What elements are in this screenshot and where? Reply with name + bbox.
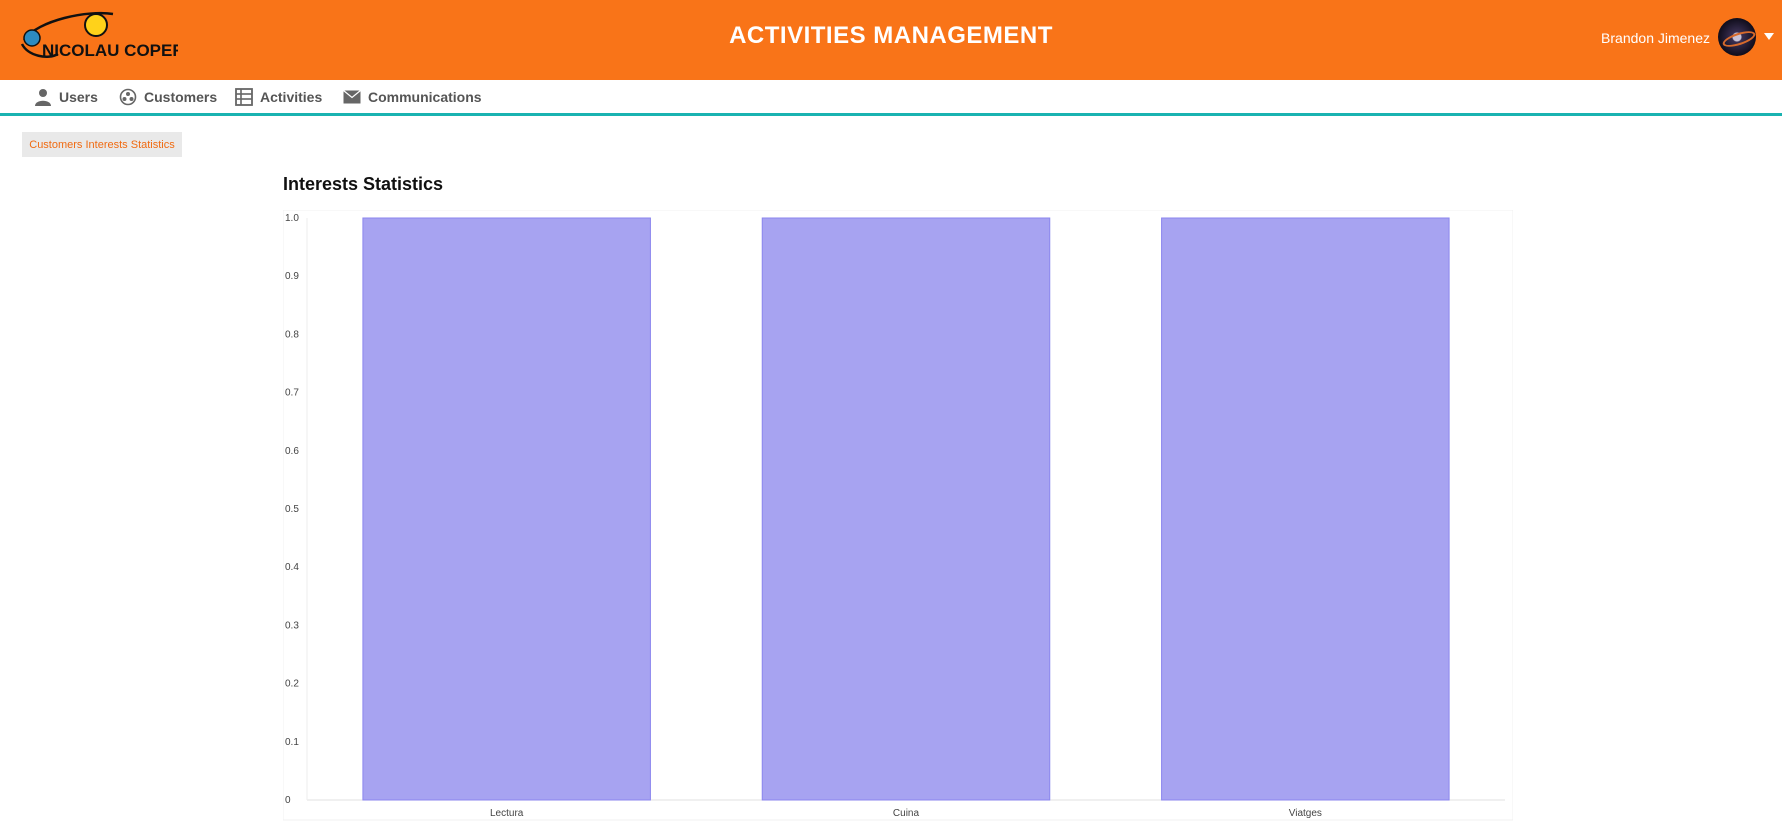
app-header: NICOLAU COPERNIC ACTIVITIES MANAGEMENT B… <box>0 0 1782 80</box>
envelope-icon <box>343 90 361 104</box>
main-nav: Users Customers Activities Communication… <box>0 80 1782 116</box>
customers-icon <box>119 88 137 106</box>
bar-viatges[interactable] <box>1161 217 1450 801</box>
y-tick-label: 1.0 <box>285 213 299 224</box>
y-tick-label: 0.3 <box>285 620 299 631</box>
x-tick-label: Viatges <box>1289 808 1322 819</box>
bar-lectura[interactable] <box>362 217 651 801</box>
y-tick-label: 0 <box>285 795 291 806</box>
x-tick-label: Cuina <box>893 808 920 819</box>
y-tick-label: 0.5 <box>285 504 299 515</box>
nav-item-customers[interactable]: Customers <box>119 86 217 108</box>
y-tick-label: 0.7 <box>285 388 299 399</box>
chart-title: Interests Statistics <box>283 174 444 194</box>
y-tick-label: 0.8 <box>285 329 299 340</box>
nav-item-label: Communications <box>368 89 482 105</box>
bar-cuina[interactable] <box>761 217 1051 801</box>
user-name[interactable]: Brandon Jimenez <box>1601 30 1710 46</box>
nav-item-users[interactable]: Users <box>34 86 98 108</box>
nav-item-activities[interactable]: Activities <box>235 86 322 108</box>
y-tick-label: 0.1 <box>285 737 299 748</box>
page-header-title: ACTIVITIES MANAGEMENT <box>729 22 1053 49</box>
user-avatar[interactable] <box>1718 18 1756 56</box>
breadcrumb-customers-interests-statistics[interactable]: Customers Interests Statistics <box>22 132 182 157</box>
chevron-down-icon[interactable] <box>1764 33 1774 40</box>
y-tick-label: 0.4 <box>285 562 299 573</box>
nav-item-label: Users <box>59 89 98 105</box>
x-tick-label: Lectura <box>490 808 524 819</box>
interests-bar-chart: 0 0.1 0.2 0.3 0.4 0.5 0.6 0.7 0.8 0.9 1.0 Lectura Cu… <box>283 210 1513 822</box>
user-icon <box>35 89 51 106</box>
y-tick-label: 0.6 <box>285 446 299 457</box>
y-tick-label: 0.2 <box>285 679 299 690</box>
nav-item-label: Activities <box>260 89 323 105</box>
chart-canvas: 0 0.1 0.2 0.3 0.4 0.5 0.6 0.7 0.8 0.9 1.0 Lectura Cu… <box>283 210 1513 821</box>
nav-item-label: Customers <box>144 89 218 105</box>
avatar-image <box>1720 28 1756 50</box>
table-icon <box>235 88 253 106</box>
y-tick-label: 0.9 <box>285 271 299 282</box>
nav-item-communications[interactable]: Communications <box>343 86 482 108</box>
